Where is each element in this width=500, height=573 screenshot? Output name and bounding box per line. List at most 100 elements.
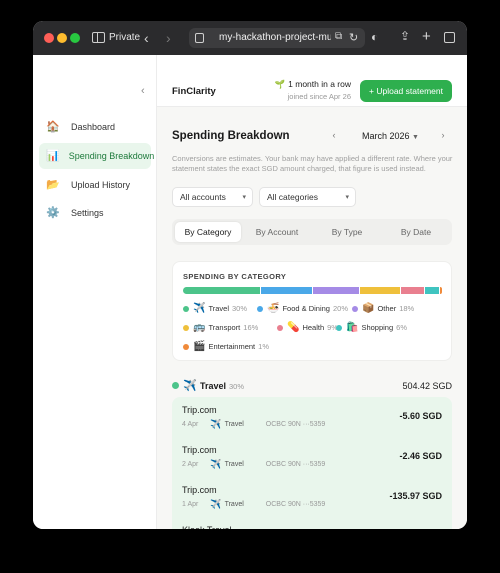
legend-item: ✈️ Travel 30% bbox=[183, 303, 247, 314]
sidebar-toggle-icon[interactable] bbox=[92, 32, 105, 43]
sidebar-item-dashboard[interactable]: 🏠 Dashboard bbox=[39, 114, 151, 140]
transaction-row[interactable]: Klook Travel29 Mar✈️TravelOCBC 90N ···53… bbox=[172, 517, 452, 529]
legend-percent: 6% bbox=[396, 323, 407, 332]
share-icon[interactable]: ⇪ bbox=[400, 30, 410, 42]
categories-filter-select[interactable]: All categories ▾ bbox=[259, 187, 356, 207]
month-selector[interactable]: March 2026 ▼ bbox=[362, 131, 419, 141]
browser-window: Private ‹ › my-hackathon-project-mu.verc… bbox=[33, 21, 467, 529]
shield-icon[interactable]: ◐ bbox=[371, 31, 378, 43]
transaction-category: Travel bbox=[224, 501, 244, 508]
transaction-date: 2 Apr bbox=[182, 461, 199, 468]
month-label: March 2026 bbox=[362, 131, 410, 141]
collapse-sidebar-icon[interactable]: ‹ bbox=[141, 85, 145, 97]
transaction-merchant: Klook Travel bbox=[182, 525, 232, 529]
main-content: Spending Breakdown ‹ March 2026 ▼ › Conv… bbox=[157, 107, 467, 529]
back-arrow-icon[interactable]: ‹ bbox=[144, 31, 149, 45]
minimize-window-button[interactable] bbox=[57, 33, 67, 43]
sidebar-item-spending-breakdown[interactable]: 📊 Spending Breakdown bbox=[39, 143, 154, 169]
card-title: SPENDING BY CATEGORY bbox=[183, 272, 287, 281]
page-icon bbox=[195, 33, 204, 43]
categories-filter-value: All categories bbox=[267, 192, 319, 202]
category-stacked-bar bbox=[183, 287, 443, 294]
brand-logo-text: FinClarity bbox=[172, 86, 216, 97]
app-header: FinClarity 🌱 1 month in a row joined sinc… bbox=[157, 55, 467, 107]
category-bar-segment bbox=[401, 287, 424, 294]
upload-statement-button[interactable]: + Upload statement bbox=[360, 80, 452, 102]
legend-color-dot bbox=[336, 324, 342, 331]
browser-toolbar: Private ‹ › my-hackathon-project-mu.verc… bbox=[33, 21, 467, 55]
category-icon: 💊 bbox=[287, 322, 300, 333]
group-percent: 30% bbox=[229, 382, 245, 391]
gear-icon: ⚙️ bbox=[46, 206, 60, 219]
legend-item: 🍜 Food & Dining 20% bbox=[257, 303, 348, 314]
legend-item: 📦 Other 18% bbox=[352, 303, 414, 314]
accounts-filter-select[interactable]: All accounts ▾ bbox=[172, 187, 253, 207]
category-icon: 🛍️ bbox=[346, 322, 359, 333]
category-color-dot bbox=[172, 382, 179, 389]
sidebar-item-label: Upload History bbox=[71, 180, 131, 190]
group-total: 504.42 SGD bbox=[402, 381, 452, 391]
tab-by-type[interactable]: By Type bbox=[314, 222, 380, 242]
house-icon: 🏠 bbox=[46, 120, 60, 133]
legend-item: 💊 Health 9% bbox=[277, 322, 338, 333]
group-name: Travel bbox=[200, 381, 227, 391]
legend-percent: 16% bbox=[243, 323, 259, 332]
tab-overview-icon[interactable] bbox=[444, 32, 455, 43]
translate-icon[interactable]: ⧉ bbox=[335, 31, 342, 42]
transaction-meta: 4 Apr ✈️ Travel OCBC 90N ···5359 bbox=[182, 419, 325, 430]
transaction-amount: -135.97 SGD bbox=[389, 491, 442, 501]
legend-label: Other bbox=[377, 304, 397, 313]
sidebar-item-upload-history[interactable]: 📂 Upload History bbox=[39, 172, 151, 198]
category-bar-segment bbox=[183, 287, 260, 294]
category-icon: 🎬 bbox=[193, 341, 206, 352]
legend-percent: 20% bbox=[332, 304, 348, 313]
address-bar[interactable]: my-hackathon-project-mu.vercel.app ⧉ ↻ bbox=[189, 28, 365, 48]
legend-item: 🚌 Transport 16% bbox=[183, 322, 258, 333]
forward-arrow-icon[interactable]: › bbox=[166, 31, 171, 45]
legend-color-dot bbox=[183, 305, 189, 312]
airplane-icon: ✈️ bbox=[183, 380, 197, 392]
category-bar-segment bbox=[313, 287, 359, 294]
transaction-account: OCBC 90N ···5359 bbox=[265, 461, 326, 468]
legend-label: Shopping bbox=[361, 323, 394, 332]
transaction-date: 4 Apr bbox=[182, 421, 199, 428]
sidebar: ‹ 🏠 Dashboard 📊 Spending Breakdown 📂 Upl… bbox=[33, 55, 157, 529]
legend-label: Entertainment bbox=[208, 342, 256, 351]
accounts-filter-value: All accounts bbox=[180, 192, 226, 202]
transaction-date: 1 Apr bbox=[182, 501, 199, 508]
close-window-button[interactable] bbox=[44, 33, 54, 43]
tab-by-account[interactable]: By Account bbox=[244, 222, 310, 242]
streak-label: 1 month in a row bbox=[288, 79, 351, 89]
sidebar-item-settings[interactable]: ⚙️ Settings bbox=[39, 200, 151, 226]
tab-by-category[interactable]: By Category bbox=[175, 222, 241, 242]
category-icon: ✈️ bbox=[193, 303, 206, 314]
category-group-header[interactable]: ✈️ Travel 30% 504.42 SGD bbox=[172, 379, 452, 393]
sidebar-item-label: Settings bbox=[71, 208, 104, 218]
transaction-list: Trip.com 4 Apr ✈️ Travel OCBC 90N ···5359 -5.… bbox=[172, 397, 452, 529]
legend-percent: 1% bbox=[258, 342, 269, 351]
transaction-row[interactable]: Trip.com 1 Apr ✈️ Travel OCBC 90N ···5359 -13… bbox=[172, 477, 452, 517]
transaction-row[interactable]: Trip.com 2 Apr ✈️ Travel OCBC 90N ···5359 -2.… bbox=[172, 437, 452, 477]
folder-icon: 📂 bbox=[46, 178, 60, 191]
tab-by-date[interactable]: By Date bbox=[383, 222, 449, 242]
chevron-down-icon: ▾ bbox=[242, 194, 246, 201]
transaction-row[interactable]: Trip.com 4 Apr ✈️ Travel OCBC 90N ···5359 -5.… bbox=[172, 397, 452, 437]
category-icon: 🍜 bbox=[267, 303, 280, 314]
legend-color-dot bbox=[352, 305, 358, 312]
legend-label: Health bbox=[302, 323, 325, 332]
spending-by-category-card: SPENDING BY CATEGORY ✈️ Travel 30% 🍜 Food & … bbox=[172, 261, 452, 361]
chevron-down-icon: ▾ bbox=[345, 194, 349, 201]
maximize-window-button[interactable] bbox=[70, 33, 80, 43]
legend-item: 🛍️ Shopping 6% bbox=[336, 322, 407, 333]
streak-text: 🌱 1 month in a row bbox=[275, 79, 351, 90]
next-month-button[interactable]: › bbox=[435, 127, 451, 143]
category-icon: 🚌 bbox=[193, 322, 206, 333]
transaction-amount: -5.60 SGD bbox=[399, 411, 442, 421]
reload-icon[interactable]: ↻ bbox=[349, 31, 358, 44]
transaction-merchant: Trip.com bbox=[182, 405, 217, 415]
legend-label: Food & Dining bbox=[282, 304, 330, 313]
new-tab-icon[interactable]: + bbox=[422, 29, 431, 44]
transaction-meta: 1 Apr ✈️ Travel OCBC 90N ···5359 bbox=[182, 499, 325, 510]
previous-month-button[interactable]: ‹ bbox=[326, 127, 342, 143]
caret-down-icon: ▼ bbox=[412, 134, 419, 141]
